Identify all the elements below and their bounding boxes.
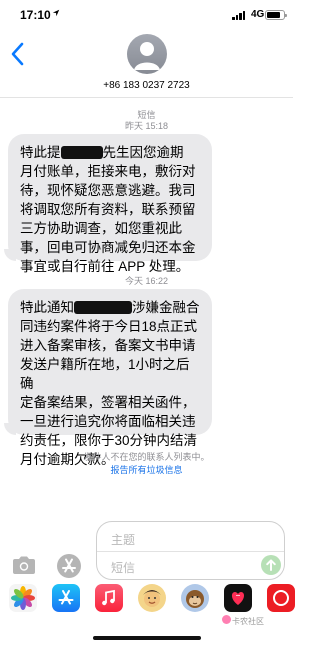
app-store-icon[interactable]	[56, 553, 82, 579]
message-bubble[interactable]: 特此提 先生因您逾期 月付账单，拒接来电，敷衍对 待，现怀疑您恶意逃避。我司 将调…	[8, 134, 212, 274]
message-timestamp: 今天 16:22	[124, 276, 169, 286]
home-indicator[interactable]	[93, 636, 201, 640]
app-drawer	[0, 584, 295, 614]
message-line: 定备案结果，签署相关函件，	[20, 395, 196, 410]
status-bar: 17:10 4G	[0, 0, 293, 30]
bubble-tail	[4, 423, 16, 435]
message-line: 一旦进行追究你将面临相关违	[20, 414, 196, 429]
message-line: 将调取您所有资料，联系预留	[20, 202, 196, 217]
contact-avatar[interactable]	[127, 34, 167, 74]
signal-icon	[232, 11, 246, 20]
message-input[interactable]: 短信	[111, 559, 135, 576]
app-store-icon[interactable]	[52, 584, 80, 612]
watermark-logo	[222, 615, 231, 624]
memoji-icon[interactable]	[138, 584, 166, 612]
music-icon[interactable]	[95, 584, 123, 612]
camera-icon[interactable]	[11, 555, 37, 575]
header-divider	[0, 97, 293, 98]
message-line: 事，回电可协商减免归还本金	[20, 240, 196, 255]
message-line: 进入备案审核，备案文书申请	[20, 338, 196, 353]
more-app-icon[interactable]	[267, 584, 295, 612]
status-time: 17:10	[20, 8, 51, 22]
message-bubble[interactable]: 特此通知 涉嫌金融合 同违约案件将于今日18点正式 进入备案审核，备案文书申请 发…	[8, 289, 212, 467]
location-icon	[52, 9, 60, 17]
message-line: 特此提 先生因您逾期	[20, 145, 184, 160]
send-arrow-icon	[266, 559, 276, 571]
message-line: 月付账单，拒接来电，敷衍对	[20, 164, 196, 179]
report-junk-link[interactable]: 报告所有垃圾信息	[0, 463, 293, 476]
digital-touch-icon[interactable]	[224, 584, 252, 612]
battery-fill	[267, 12, 280, 18]
message-line: 待，现怀疑您恶意逃避。我司	[20, 183, 196, 198]
compose-divider	[97, 551, 284, 552]
chevron-left-icon[interactable]	[8, 40, 28, 68]
message-line: 特此通知 涉嫌金融合	[20, 300, 200, 315]
message-line: 三方协助调查，如您重视此	[20, 221, 182, 236]
subject-input[interactable]: 主题	[111, 531, 135, 548]
message-line: 约责任，限你于30分钟内结清	[20, 433, 198, 448]
message-line: 同违约案件将于今日18点正式	[20, 319, 198, 334]
redaction-mark	[74, 301, 132, 314]
redaction-mark	[60, 146, 103, 159]
compose-box[interactable]: 主题 短信	[96, 521, 285, 580]
animoji-icon[interactable]	[181, 584, 209, 612]
message-line: 发送户籍所在地，1小时之后确	[20, 357, 190, 391]
message-timestamp: 昨天 15:18	[124, 121, 169, 131]
contact-number[interactable]: +86 183 0237 2723	[0, 80, 293, 91]
battery-icon	[265, 10, 287, 20]
bubble-tail	[4, 249, 16, 261]
watermark: 卡农社区	[232, 617, 264, 626]
sender-notice: 发件人不在您的联系人列表中。	[83, 452, 210, 462]
send-button[interactable]	[261, 555, 281, 575]
network-type: 4G	[251, 9, 265, 20]
person-icon	[134, 42, 160, 70]
photos-icon[interactable]	[9, 584, 37, 612]
